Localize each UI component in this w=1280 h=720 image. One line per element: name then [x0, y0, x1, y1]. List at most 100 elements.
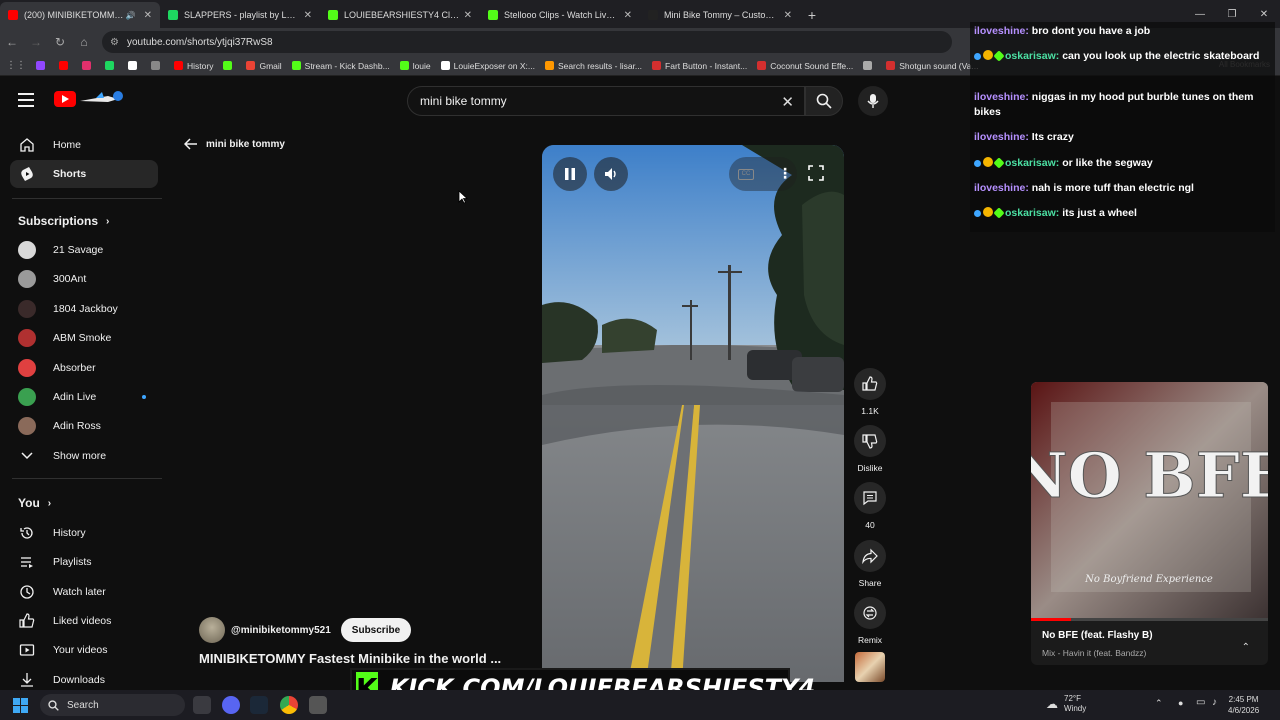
close-tab-icon[interactable]: ✕ — [624, 10, 632, 21]
bookmark-item[interactable]: Search results - lisar... — [544, 61, 642, 71]
bookmark-item[interactable] — [59, 61, 72, 70]
like-button[interactable] — [854, 368, 886, 400]
share-button[interactable] — [854, 540, 886, 572]
browser-tab[interactable]: (200) MINIBIKETOMMY Fas🔊 ✕ — [0, 2, 160, 28]
bookmark-item[interactable]: Fart Button - Instant... — [652, 61, 747, 71]
search-input[interactable]: mini bike tommy ✕ — [407, 86, 805, 116]
bookmark-item[interactable] — [151, 61, 164, 70]
you-item[interactable]: Your videos — [10, 636, 158, 664]
chevron-up-icon[interactable]: ⌃ — [1155, 698, 1163, 709]
sound-thumbnail[interactable] — [855, 652, 885, 682]
volume-icon[interactable]: ♪ — [1212, 697, 1217, 708]
sidebar-item-shorts[interactable]: Shorts — [10, 160, 158, 188]
you-item[interactable]: History — [10, 519, 158, 547]
subscription-item[interactable]: Absorber — [10, 354, 158, 382]
network-icon[interactable]: ▭ — [1196, 697, 1205, 708]
chat-badge-icon — [974, 210, 981, 217]
pause-button[interactable] — [553, 157, 587, 191]
bookmark-item[interactable]: Coconut Sound Effe... — [757, 61, 853, 71]
browser-tab[interactable]: Stellooo Clips - Watch Live on ✕ — [480, 2, 640, 28]
you-header[interactable]: You › — [18, 496, 51, 510]
back-to-results[interactable]: mini bike tommy — [184, 138, 285, 150]
new-tab-icon[interactable]: + — [800, 2, 824, 28]
bookmark-item[interactable] — [105, 61, 118, 70]
youtube-logo[interactable] — [54, 91, 76, 107]
bookmark-item[interactable] — [128, 61, 141, 70]
windows-start-icon[interactable] — [13, 698, 28, 713]
subscription-item[interactable]: 1804 Jackboy — [10, 295, 158, 323]
comments-button[interactable] — [854, 482, 886, 514]
reload-icon[interactable]: ↻ — [48, 30, 72, 54]
settings-icon[interactable] — [309, 696, 327, 714]
subscription-item[interactable]: 300Ant — [10, 265, 158, 293]
channel-name[interactable]: @minibiketommy521 — [231, 625, 331, 636]
fullscreen-icon[interactable] — [808, 165, 824, 186]
channel-avatar[interactable] — [199, 617, 225, 643]
chat-username[interactable]: oskarisaw: — [1005, 207, 1059, 219]
chrome-icon[interactable] — [280, 696, 298, 714]
forward-icon[interactable]: → — [24, 30, 48, 54]
tab-audio-icon[interactable]: 🔊 — [126, 11, 136, 20]
taskbar-search[interactable]: Search — [40, 694, 185, 716]
browser-tab[interactable]: Mini Bike Tommy – Custom Mi ✕ — [640, 2, 800, 28]
bookmark-item[interactable]: Stream - Kick Dashb... — [291, 61, 390, 71]
subscribe-button[interactable]: Subscribe — [340, 618, 412, 642]
voice-search-button[interactable] — [858, 86, 888, 116]
sidebar-item-home[interactable]: Home — [10, 131, 158, 159]
weather-widget[interactable]: ☁ 72°F Windy — [1046, 694, 1086, 714]
chat-username[interactable]: iloveshine: — [974, 91, 1029, 103]
subscription-item[interactable]: Adin Live — [10, 383, 158, 411]
bookmark-item[interactable]: Gmail — [246, 61, 282, 71]
apps-icon[interactable]: ⋮⋮ — [6, 60, 26, 71]
task-view-icon[interactable] — [193, 696, 211, 714]
back-icon[interactable]: ← — [0, 30, 24, 54]
more-options-icon[interactable]: ⋮ — [778, 165, 792, 182]
video-title[interactable]: MINIBIKETOMMY Fastest Minibike in the wo… — [199, 651, 501, 666]
you-item[interactable]: Liked videos — [10, 607, 158, 635]
chat-username[interactable]: iloveshine: — [974, 25, 1029, 37]
volume-button[interactable] — [594, 157, 628, 191]
playback-progress[interactable] — [1031, 618, 1268, 621]
bookmark-item[interactable] — [863, 61, 876, 70]
chat-username[interactable]: oskarisaw: — [1005, 157, 1059, 169]
bookmark-item[interactable]: Shotgun sound (Va... — [886, 61, 978, 71]
you-item[interactable]: Playlists — [10, 548, 158, 576]
microphone-icon[interactable]: ● — [1178, 698, 1183, 708]
close-tab-icon[interactable]: ✕ — [304, 10, 312, 21]
subscription-item[interactable]: ABM Smoke — [10, 324, 158, 352]
you-item[interactable]: Watch later — [10, 578, 158, 606]
discord-icon[interactable] — [222, 696, 240, 714]
browser-tab[interactable]: LOUIEBEARSHIESTY4 Clips - Wa ✕ — [320, 2, 480, 28]
search-button[interactable] — [805, 86, 843, 116]
site-info-icon[interactable]: ⚙ — [110, 37, 119, 48]
shorts-video-player[interactable]: CC ⋮ — [542, 145, 844, 682]
bookmark-item[interactable] — [36, 61, 49, 70]
subscriptions-header[interactable]: Subscriptions › — [18, 214, 109, 228]
close-tab-icon[interactable]: ✕ — [144, 10, 152, 21]
chat-username[interactable]: iloveshine: — [974, 182, 1029, 194]
chevron-up-icon[interactable]: ⌃ — [1242, 642, 1250, 653]
chat-username[interactable]: oskarisaw: — [1005, 50, 1059, 62]
chat-username[interactable]: iloveshine: — [974, 131, 1029, 143]
bookmark-item[interactable]: History — [174, 61, 213, 71]
bookmark-item[interactable] — [223, 61, 236, 70]
home-browser-icon[interactable]: ⌂ — [72, 30, 96, 54]
close-tab-icon[interactable]: ✕ — [464, 10, 472, 21]
clear-search-icon[interactable]: ✕ — [781, 93, 794, 111]
browser-tab[interactable]: SLAPPERS - playlist by LOU | Sp ✕ — [160, 2, 320, 28]
menu-icon[interactable] — [18, 93, 34, 107]
subscription-item[interactable]: Adin Ross — [10, 412, 158, 440]
system-clock[interactable]: 2:45 PM 4/6/2026 — [1228, 694, 1259, 716]
subscription-item[interactable]: 21 Savage — [10, 236, 158, 264]
bookmark-item[interactable]: LouieExposer on X:... — [440, 61, 535, 71]
remix-button[interactable] — [854, 597, 886, 629]
steam-icon[interactable] — [250, 696, 268, 714]
url-bar[interactable]: ⚙ youtube.com/shorts/ytjqi37RwS8 — [102, 31, 952, 53]
captions-icon[interactable]: CC — [738, 169, 754, 180]
dislike-button[interactable] — [854, 425, 886, 457]
close-tab-icon[interactable]: ✕ — [784, 10, 792, 21]
chat-text: its just a wheel — [1062, 207, 1137, 219]
bookmark-item[interactable]: louie — [399, 61, 431, 71]
show-more-button[interactable]: Show more — [10, 442, 158, 470]
bookmark-item[interactable] — [82, 61, 95, 70]
